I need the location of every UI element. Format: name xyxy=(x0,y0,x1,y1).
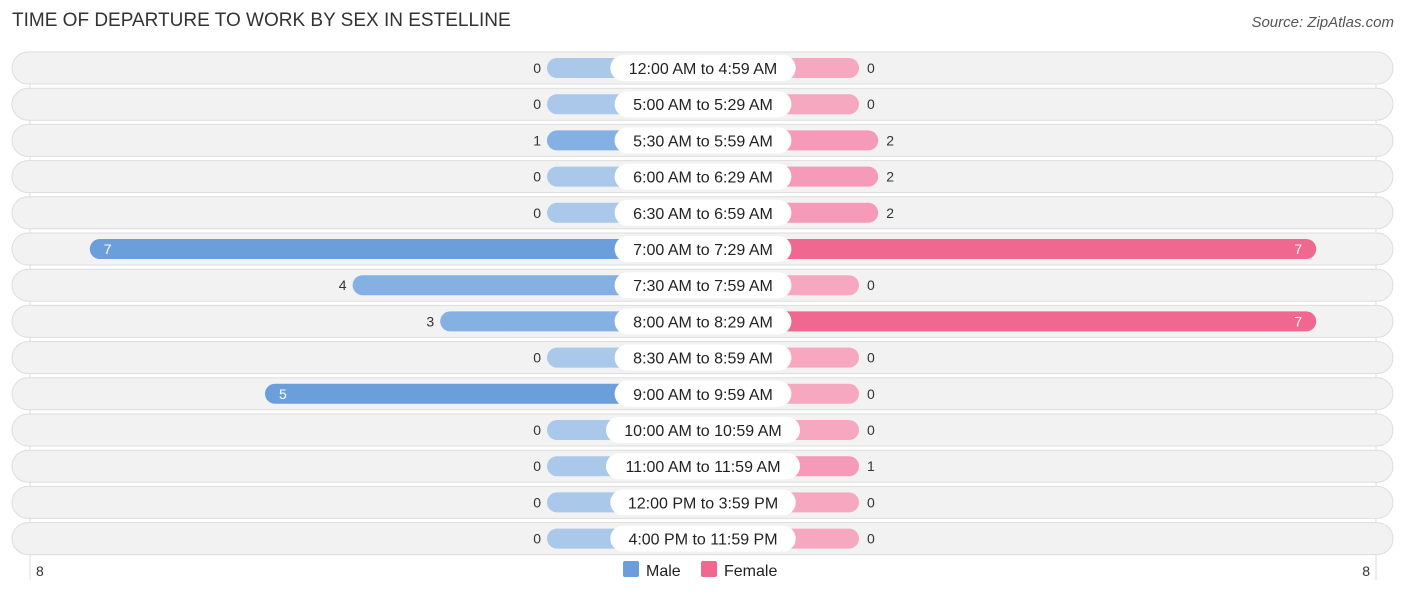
axis-label-left: 8 xyxy=(36,563,44,579)
female-value-label: 7 xyxy=(1294,241,1302,257)
male-value-label: 0 xyxy=(533,60,541,76)
category-label: 11:00 AM to 11:59 AM xyxy=(625,459,780,476)
female-value-label: 2 xyxy=(886,205,894,221)
female-value-label: 0 xyxy=(867,494,875,510)
axis-label-right: 8 xyxy=(1362,563,1370,579)
male-value-label: 0 xyxy=(533,458,541,474)
category-label: 6:00 AM to 6:29 AM xyxy=(633,170,773,187)
female-value-label: 2 xyxy=(886,169,894,185)
category-label: 10:00 AM to 10:59 AM xyxy=(624,423,781,440)
female-value-label: 0 xyxy=(867,350,875,366)
male-value-label: 0 xyxy=(533,169,541,185)
female-value-label: 0 xyxy=(867,531,875,547)
female-bar xyxy=(703,239,1317,259)
male-value-label: 0 xyxy=(533,494,541,510)
chart-svg: 0 0 12:00 AM to 4:59 AM 0 0 5:00 AM to 5:29 A… xyxy=(11,51,1394,580)
male-value-label: 0 xyxy=(533,205,541,221)
category-label: 12:00 PM to 3:59 PM xyxy=(628,495,778,512)
male-value-label: 1 xyxy=(533,132,541,148)
legend-female-label: Female xyxy=(724,563,777,580)
male-value-label: 0 xyxy=(533,531,541,547)
legend-female-swatch xyxy=(701,561,717,577)
chart-container: TIME OF DEPARTURE TO WORK BY SEX IN ESTE… xyxy=(0,0,1406,594)
category-label: 7:30 AM to 7:59 AM xyxy=(633,278,773,295)
female-value-label: 0 xyxy=(867,60,875,76)
category-label: 8:30 AM to 8:59 AM xyxy=(633,351,773,368)
female-value-label: 0 xyxy=(867,277,875,293)
female-bar xyxy=(703,311,1317,332)
category-label: 7:00 AM to 7:29 AM xyxy=(633,242,773,259)
category-label: 8:00 AM to 8:29 AM xyxy=(633,314,773,331)
legend-male-swatch xyxy=(623,561,639,577)
category-label: 5:00 AM to 5:29 AM xyxy=(633,97,773,114)
female-value-label: 2 xyxy=(886,132,894,148)
category-label: 12:00 AM to 4:59 AM xyxy=(629,61,778,78)
male-value-label: 0 xyxy=(533,96,541,112)
category-label: 5:30 AM to 5:59 AM xyxy=(633,133,773,150)
female-value-label: 0 xyxy=(867,386,875,402)
category-label: 4:00 PM to 11:59 PM xyxy=(628,532,777,549)
male-value-label: 5 xyxy=(279,386,287,402)
male-value-label: 4 xyxy=(339,277,347,293)
category-label: 9:00 AM to 9:59 AM xyxy=(633,387,773,404)
male-value-label: 7 xyxy=(104,241,112,257)
legend-male-label: Male xyxy=(646,563,681,580)
female-value-label: 0 xyxy=(867,422,875,438)
male-value-label: 3 xyxy=(426,313,434,329)
male-value-label: 0 xyxy=(533,422,541,438)
female-value-label: 0 xyxy=(867,96,875,112)
male-bar xyxy=(89,239,704,259)
female-value-label: 1 xyxy=(867,458,875,474)
male-value-label: 0 xyxy=(533,350,541,366)
category-label: 6:30 AM to 6:59 AM xyxy=(633,206,773,223)
female-value-label: 7 xyxy=(1294,313,1302,329)
